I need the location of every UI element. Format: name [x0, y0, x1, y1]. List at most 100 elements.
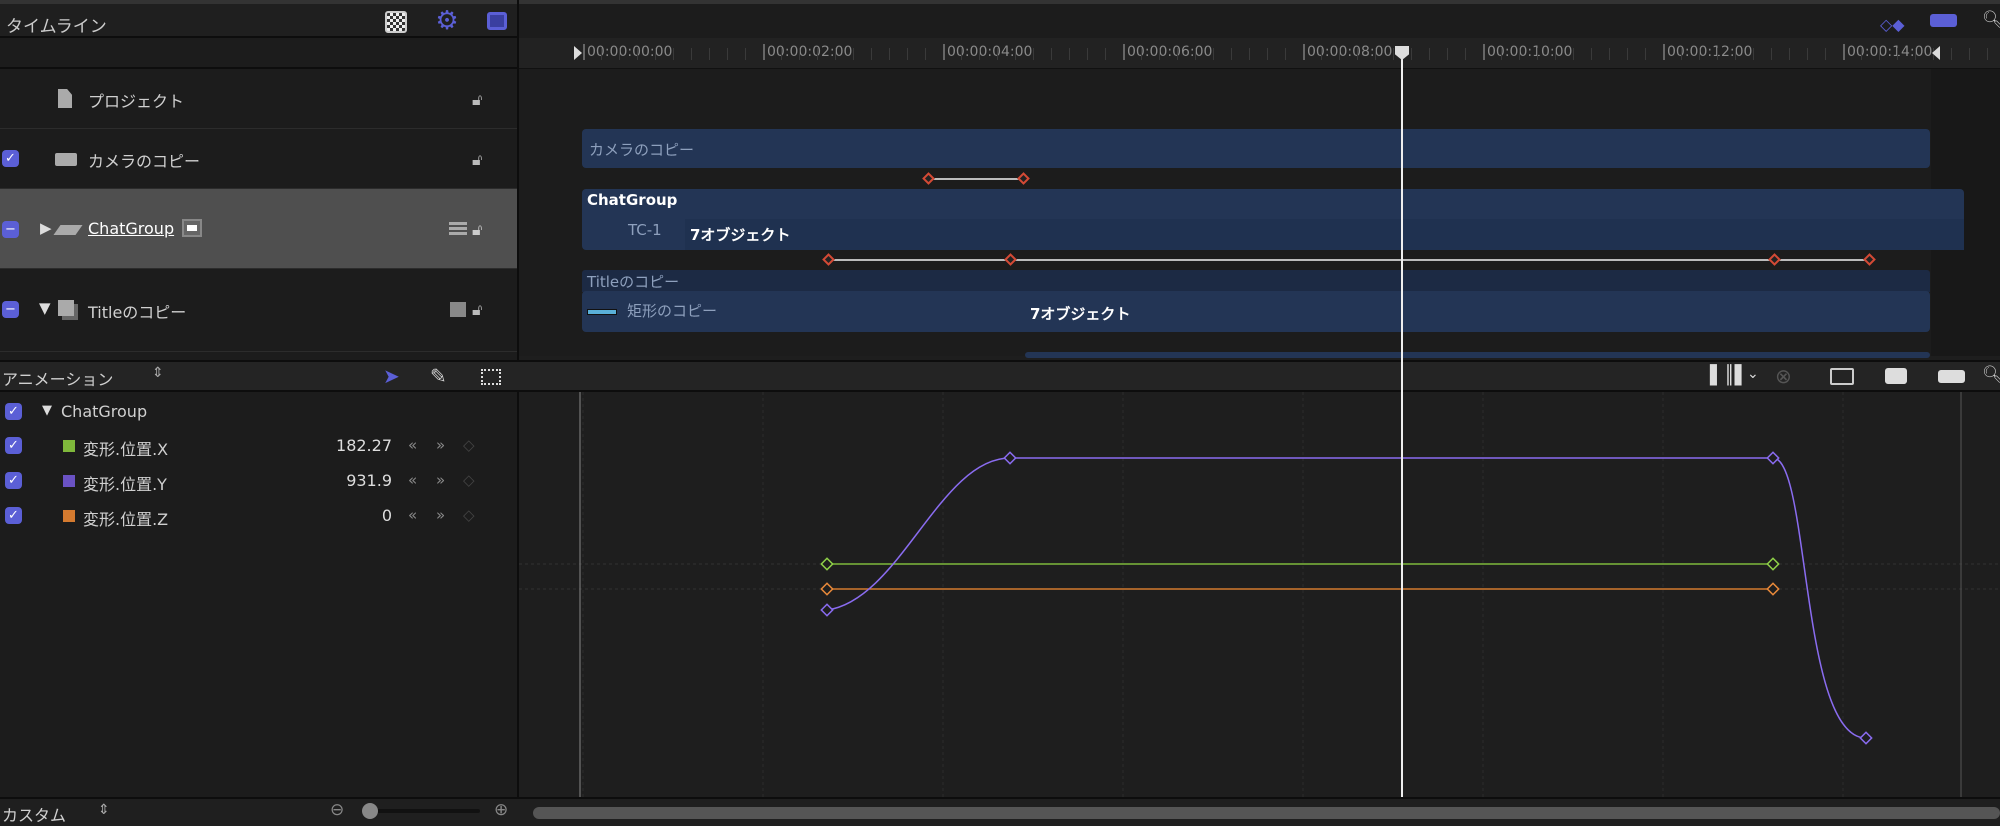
disclosure-down-icon[interactable]: ▼ [42, 403, 52, 418]
ruler-minor-tick [835, 48, 836, 60]
track-rect[interactable]: 矩形のコピー 7オブジェクト [582, 291, 1930, 332]
layer-row-title[interactable]: − ▼ Titleのコピー 🔓︎ [0, 269, 517, 352]
ruler-minor-tick [1501, 48, 1502, 60]
param-value[interactable]: 182.27 [282, 436, 392, 455]
param-name: 変形.位置.X [83, 440, 169, 459]
param-checkbox[interactable]: ✓ [5, 507, 22, 524]
add-keyframe-icon[interactable]: ◇ [463, 436, 475, 454]
curve-keyframe[interactable] [1003, 451, 1017, 465]
ruler-minor-tick [817, 48, 818, 60]
layer-row-project[interactable]: プロジェクト 🔓︎ [0, 69, 517, 129]
prev-keyframe-icon[interactable]: « [408, 436, 417, 454]
next-keyframe-icon[interactable]: » [436, 471, 445, 489]
select-arrow-icon[interactable]: ➤ [383, 364, 400, 388]
layer-row-chatgroup[interactable]: − ▶ ChatGroup 🔓︎ [0, 189, 517, 269]
checkerboard-icon[interactable] [385, 11, 407, 33]
track-title[interactable]: Titleのコピー [582, 270, 1930, 292]
layer-row-camera[interactable]: ✓ カメラのコピー 🔓︎ [0, 129, 517, 189]
ruler-minor-tick [1213, 48, 1214, 60]
add-keyframe-icon[interactable]: ◇ [463, 506, 475, 524]
curve-editor[interactable] [519, 392, 2000, 797]
curve-keyframe[interactable] [820, 582, 834, 596]
track-partial[interactable] [1025, 352, 1930, 358]
curve-keyframe[interactable] [820, 557, 834, 571]
ruler-minor-tick [1969, 48, 1970, 60]
layer-name: ChatGroup [88, 219, 175, 238]
snapping-icon[interactable] [1930, 14, 1957, 27]
layers-view-icon[interactable] [487, 12, 507, 30]
track-label: 7オブジェクト [1030, 305, 1131, 323]
layer-checkbox[interactable]: − [2, 221, 19, 238]
animation-menu[interactable]: アニメーション [2, 366, 113, 390]
curve-keyframe[interactable] [1766, 557, 1780, 571]
ruler-minor-tick [1051, 48, 1052, 60]
curve-keyframe[interactable] [1859, 731, 1873, 745]
ruler-tick-label: 00:00:04:00 [943, 44, 1032, 60]
curve-keyframe[interactable] [1766, 451, 1780, 465]
audio-waveform-icon[interactable]: ▌║▌ [1710, 365, 1749, 386]
curve-keyframe[interactable] [820, 603, 834, 617]
ruler-minor-tick [1645, 48, 1646, 60]
zoom-slider-thumb[interactable] [362, 803, 378, 819]
curve-graph[interactable] [519, 392, 2000, 797]
unlock-icon[interactable]: 🔓︎ [472, 300, 488, 319]
stack-icon [449, 222, 467, 236]
updown-chevron-icon[interactable]: ⇕ [98, 802, 110, 818]
camera-snapshot-icon[interactable] [1885, 368, 1907, 384]
layer-name: プロジェクト [88, 92, 185, 111]
zoom-out-icon[interactable]: ⊖ [330, 800, 344, 820]
preset-menu[interactable]: カスタム [2, 802, 66, 826]
zoom-slider-track[interactable] [368, 809, 480, 813]
clear-icon[interactable]: ⊗ [1775, 364, 1792, 388]
param-checkbox[interactable]: ✓ [5, 472, 22, 489]
unlock-icon[interactable]: 🔓︎ [472, 150, 488, 169]
ruler-minor-tick [1573, 48, 1574, 60]
subtrack-objects[interactable]: 7オブジェクト [685, 219, 1964, 250]
track-chatgroup[interactable]: ChatGroup TC-1 7オブジェクト [582, 189, 1964, 250]
next-keyframe-icon[interactable]: » [436, 506, 445, 524]
param-checkbox[interactable]: ✓ [5, 437, 22, 454]
param-value[interactable]: 0 [282, 506, 392, 525]
unlock-icon[interactable]: 🔓︎ [472, 90, 488, 109]
disclosure-down-icon[interactable]: ▼ [39, 299, 51, 317]
layer-checkbox[interactable]: − [2, 301, 19, 318]
prev-keyframe-icon[interactable]: « [408, 506, 417, 524]
pencil-icon[interactable]: ✎ [430, 364, 447, 388]
chevron-down-icon[interactable]: ⌄ [1747, 366, 1759, 382]
ruler-minor-tick [1789, 48, 1790, 60]
ruler-minor-tick [1609, 48, 1610, 60]
layers-spacer [0, 38, 517, 69]
curve-fit-icon[interactable] [1830, 368, 1854, 385]
curve-keyframe[interactable] [1766, 582, 1780, 596]
add-keyframe-icon[interactable]: ◇ [463, 471, 475, 489]
play-range-start-marker[interactable] [574, 46, 582, 60]
gear-icon[interactable]: ⚙ [434, 6, 460, 36]
box-select-icon[interactable] [481, 369, 501, 385]
snapping-icon[interactable] [1938, 370, 1965, 383]
param-value[interactable]: 931.9 [282, 471, 392, 490]
ruler-minor-tick [1069, 48, 1070, 60]
time-ruler[interactable] [519, 38, 2000, 69]
ruler-minor-tick [997, 48, 998, 60]
ruler-minor-tick [691, 48, 692, 60]
zoom-icon[interactable]: 🔍︎ [1982, 365, 2000, 385]
playhead[interactable] [1401, 50, 1403, 797]
layer-checkbox[interactable]: ✓ [2, 150, 19, 167]
next-keyframe-icon[interactable]: » [436, 436, 445, 454]
prev-keyframe-icon[interactable]: « [408, 471, 417, 489]
horizontal-scrollbar[interactable] [533, 807, 2000, 819]
track-camera[interactable]: カメラのコピー [582, 129, 1930, 168]
layers-icon [58, 300, 74, 316]
unlock-icon[interactable]: 🔓︎ [472, 220, 488, 239]
zoom-in-icon[interactable]: ⊕ [494, 800, 508, 820]
disclosure-right-icon[interactable]: ▶ [40, 219, 52, 237]
ruler-tick-label: 00:00:12:00 [1663, 44, 1752, 60]
ruler-minor-tick [1195, 48, 1196, 60]
zoom-icon[interactable]: 🔍︎ [1982, 10, 2000, 30]
ruler-tick-label: 00:00:10:00 [1483, 44, 1572, 60]
updown-chevron-icon[interactable]: ⇕ [152, 365, 164, 381]
keyframe-nav-icon[interactable]: ◇◆ [1880, 15, 1905, 34]
ruler-minor-tick [1339, 48, 1340, 60]
play-range-end-marker[interactable] [1932, 46, 1940, 60]
group-checkbox[interactable]: ✓ [5, 403, 22, 420]
